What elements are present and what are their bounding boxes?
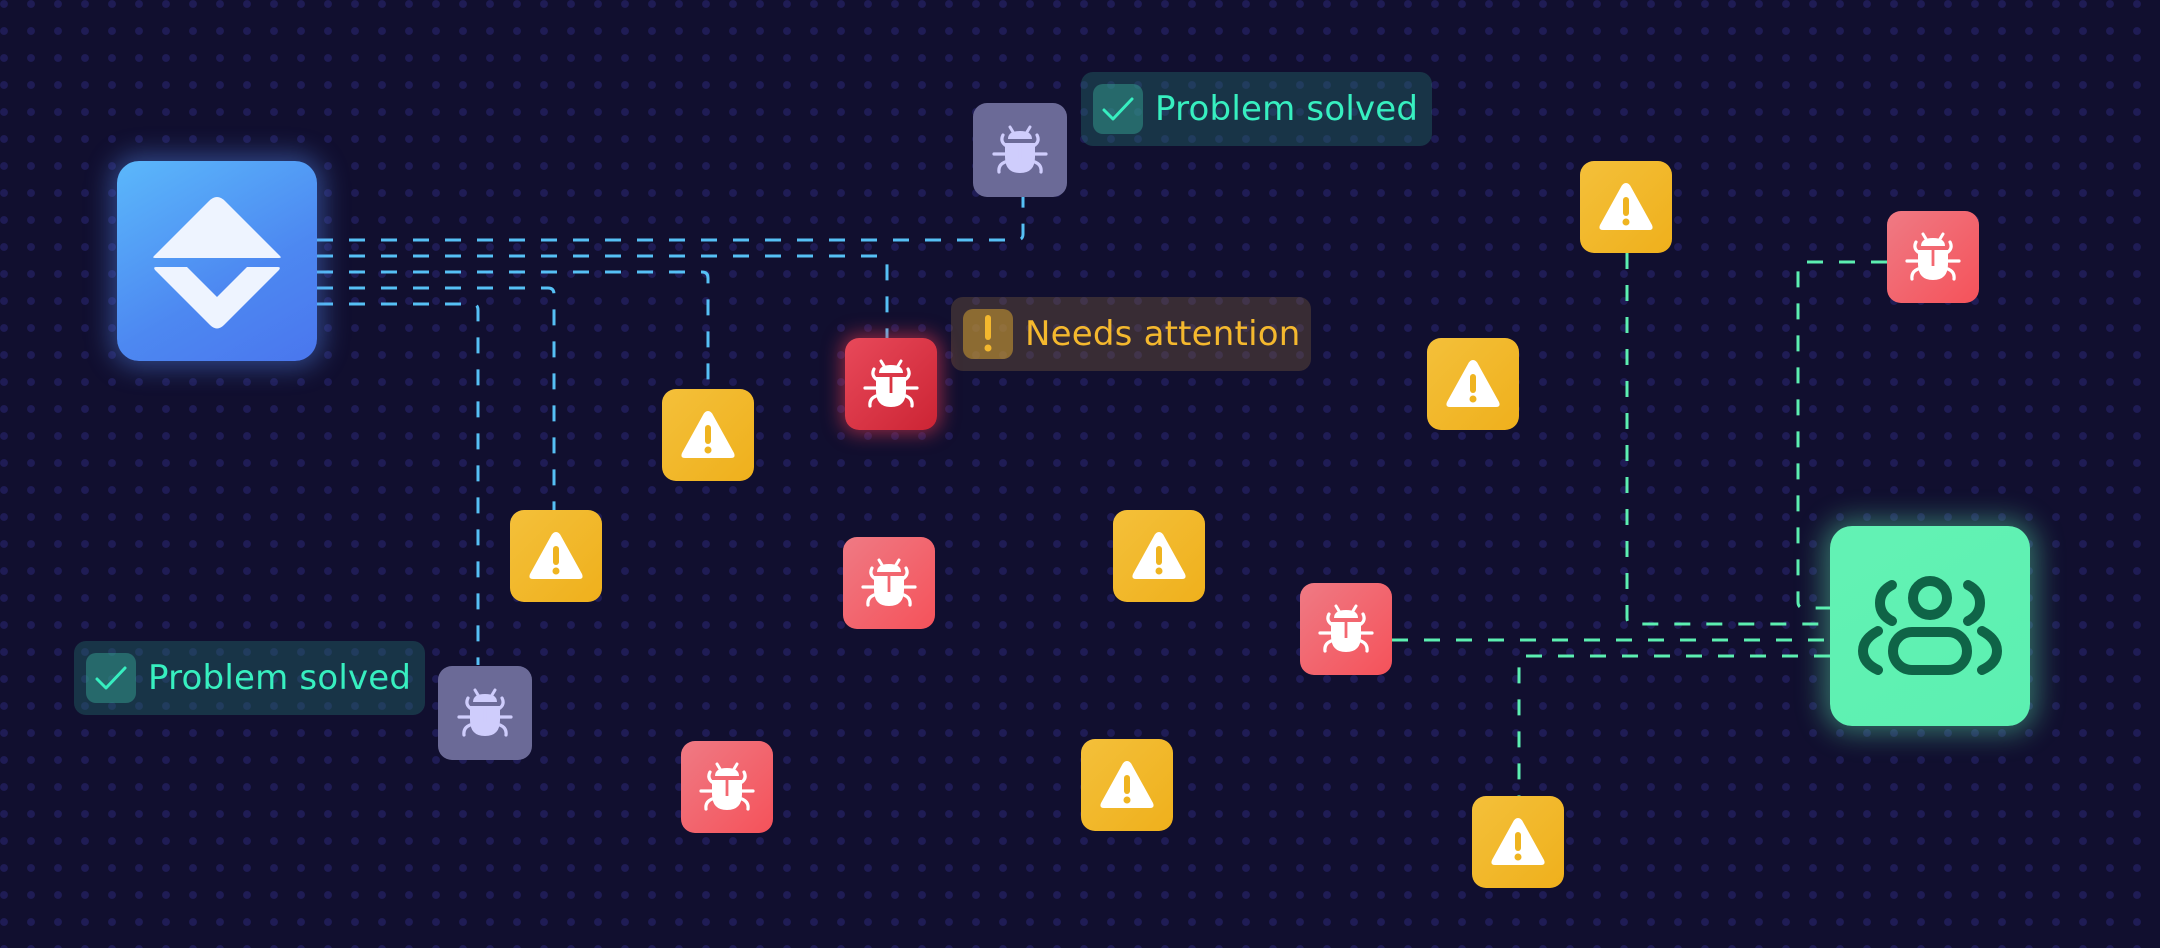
issue-bug-2[interactable] [845,338,937,430]
source-node[interactable] [117,161,317,361]
warning-triangle-icon [1446,360,1500,407]
link-source-warn-1 [317,270,710,389]
bug-split-line [483,706,487,722]
warning-triangle-icon [1132,532,1186,579]
status-badge [963,309,1013,359]
bug-split-line [1931,250,1935,266]
bug-icon [863,359,919,409]
warning-triangle-icon [529,532,583,579]
bug-icon [1905,232,1961,282]
link-team-warn-7 [1517,654,1830,796]
connector-layer [317,196,1887,796]
team-group-icon [1857,576,2003,675]
issue-bug-3[interactable] [438,666,532,760]
issue-bug-6[interactable] [1887,211,1979,303]
bug-icon [457,688,513,738]
bug-split-line [889,377,893,393]
status-label-solved-left: Problem solved [74,641,425,715]
warning-triangle-icon [681,411,735,458]
issue-bug-5[interactable] [681,741,773,833]
bug-icon [992,125,1048,175]
bug-split-line [1018,143,1022,159]
bug-split-line [1344,622,1348,638]
issue-bug-7[interactable] [1300,583,1392,675]
link-source-bug-1 [317,196,1025,242]
status-text: Problem solved [148,658,412,698]
team-node[interactable] [1830,526,2030,726]
issue-warn-6[interactable] [1580,161,1672,253]
status-label-attention: Needs attention [951,297,1311,371]
issue-bug-4[interactable] [843,537,935,629]
link-team-warn-6 [1625,253,1830,626]
bug-icon [1318,604,1374,654]
warning-triangle-icon [1599,183,1653,230]
issue-warn-4[interactable] [1427,338,1519,430]
exclamation-icon [984,315,992,352]
bug-split-line [887,576,891,592]
link-source-bug-2 [317,254,889,338]
bug-icon [861,558,917,608]
status-badge [1093,84,1143,134]
link-source-bug-3 [317,302,480,665]
bug-split-line [725,780,729,796]
warning-triangle-icon [1100,761,1154,808]
checkmark-icon [1102,97,1134,121]
status-text: Problem solved [1155,89,1419,129]
issue-warn-7[interactable] [1472,796,1564,888]
status-label-solved-top: Problem solved [1081,72,1432,146]
bug-icon [699,762,755,812]
diamond-chevron-logo-icon [153,197,281,329]
status-text: Needs attention [1025,314,1301,354]
warning-triangle-icon [1491,818,1545,865]
status-badge [86,653,136,703]
issue-warn-2[interactable] [510,510,602,602]
issue-warn-3[interactable] [1113,510,1205,602]
issue-warn-5[interactable] [1081,739,1173,831]
issue-bug-1[interactable] [973,103,1067,197]
issue-warn-1[interactable] [662,389,754,481]
checkmark-icon [95,666,127,690]
link-source-warn-2 [317,286,556,510]
